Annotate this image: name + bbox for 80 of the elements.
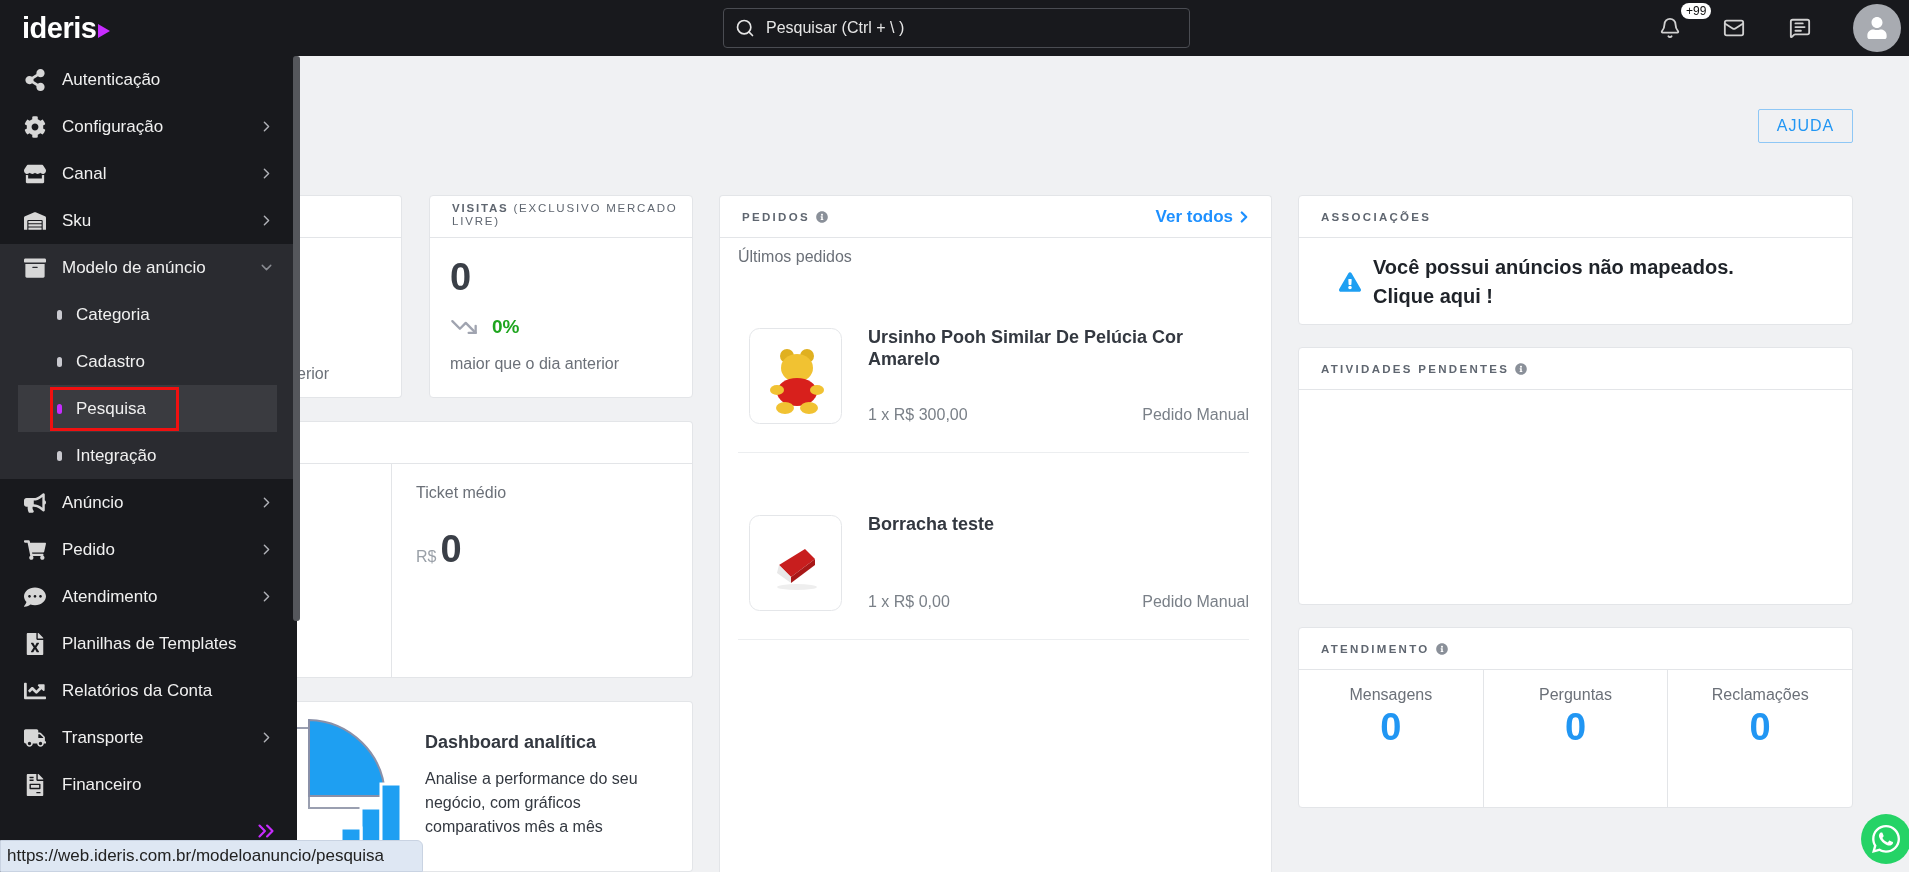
- submenu-label: Integração: [76, 445, 157, 466]
- notification-count: +99: [1681, 3, 1712, 19]
- sidebar-item[interactable]: Atendimento: [0, 573, 297, 620]
- change-percent: 0%: [492, 316, 520, 338]
- order-price: 1 x R$ 0,00: [868, 593, 950, 611]
- warning-message: Você possui anúncios não mapeados.: [1373, 256, 1734, 279]
- currency-symbol: R$: [416, 548, 437, 566]
- metric-value: 0: [440, 528, 462, 571]
- sidebar-item[interactable]: Anúncio: [0, 479, 297, 526]
- sidebar-item[interactable]: Transporte: [0, 714, 297, 761]
- avatar[interactable]: [1853, 4, 1901, 52]
- click-here-link[interactable]: Clique aqui !: [1373, 285, 1734, 308]
- sidebar-item[interactable]: Sku: [0, 197, 297, 244]
- megaphone-icon: [24, 491, 46, 514]
- archive-box-icon: [24, 256, 46, 279]
- info-icon: [1435, 642, 1448, 655]
- truck-icon: [24, 726, 46, 749]
- sidebar-item[interactable]: Financeiro: [0, 761, 297, 808]
- stat-label: Perguntas: [1539, 686, 1612, 704]
- message-icon: [1789, 17, 1811, 39]
- visits-value: 0: [450, 256, 473, 299]
- sidebar-item[interactable]: Configuração: [0, 103, 297, 150]
- submenu-item[interactable]: Categoria: [18, 291, 277, 338]
- caption: maior que o dia anterior: [450, 355, 620, 373]
- sidebar-item[interactable]: Canal: [0, 150, 297, 197]
- bullet-icon: [57, 403, 62, 414]
- scrollbar[interactable]: [293, 56, 300, 621]
- whatsapp-icon: [1870, 823, 1902, 855]
- sidebar-item[interactable]: Autenticação: [0, 56, 297, 103]
- bullet-icon: [57, 450, 62, 461]
- submenu-item[interactable]: Pesquisa: [18, 385, 277, 432]
- product-name[interactable]: Borracha teste: [868, 513, 1249, 535]
- order-source: Pedido Manual: [1142, 406, 1249, 424]
- bell-icon: [1659, 17, 1681, 39]
- warehouse-icon: [24, 209, 46, 232]
- warning-icon: [1339, 271, 1361, 293]
- submenu-item[interactable]: Integração: [18, 432, 277, 479]
- chat-bubble-icon: [24, 585, 46, 608]
- section-subtitle: Últimos pedidos: [738, 248, 852, 265]
- bullet-icon: [57, 356, 62, 367]
- stat-label: Mensagens: [1349, 686, 1433, 704]
- info-icon: [815, 210, 828, 223]
- promo-title: Dashboard analítica: [425, 732, 598, 753]
- metric-label: Ticket médio: [416, 484, 508, 502]
- info-icon: [1515, 362, 1528, 375]
- logo[interactable]: ideris: [22, 11, 97, 45]
- stat-value: 0: [1380, 706, 1402, 749]
- store-icon: [24, 162, 46, 185]
- product-name[interactable]: Ursinho Pooh Similar De Pelúcia Cor Amarelo: [868, 326, 1249, 370]
- user-icon: [1866, 17, 1888, 39]
- gear-icon: [24, 115, 46, 138]
- stat-label: Reclamações: [1711, 686, 1809, 704]
- notifications-button[interactable]: [1659, 17, 1681, 39]
- submenu-label: Categoria: [76, 304, 150, 325]
- play-triangle-icon: [98, 24, 111, 38]
- document-icon: [24, 773, 46, 796]
- stat-value: 0: [1564, 706, 1587, 749]
- submenu-label: Cadastro: [76, 351, 145, 372]
- order-source: Pedido Manual: [1142, 593, 1249, 611]
- submenu-item[interactable]: Cadastro: [18, 338, 277, 385]
- stat-value: 0: [1749, 706, 1771, 749]
- sidebar-item[interactable]: Planilhas de Templates: [0, 620, 297, 667]
- card-title: ASSOCIAÇÕES: [1321, 210, 1432, 223]
- status-bar-url: https://web.ideris.com.br/modeloanuncio/pesquisa: [0, 840, 423, 872]
- sidebar-item[interactable]: Relatórios da Conta: [0, 667, 297, 714]
- bullet-icon: [57, 309, 62, 320]
- search-field[interactable]: Pesquisar (Ctrl + \ ): [723, 8, 1190, 48]
- order-price: 1 x R$ 300,00: [868, 406, 968, 424]
- submenu-label: Pesquisa: [76, 398, 146, 419]
- cart-icon: [24, 538, 46, 561]
- envelope-icon: [1723, 17, 1745, 39]
- card-title: VISITAS (EXCLUSIVO MERCADO LIVRE): [452, 202, 678, 228]
- search-icon: [735, 18, 755, 38]
- spreadsheet-file-icon: [24, 632, 46, 655]
- promo-text: Analise a performance do seu negócio, com gráficos comparativos mês a mês: [425, 769, 639, 837]
- card-title: ATIVIDADES PENDENTES: [1321, 362, 1510, 375]
- card-title: PEDIDOS: [742, 210, 810, 223]
- share-icon: [24, 68, 46, 91]
- card-title: ATENDIMENTO: [1321, 642, 1430, 655]
- sidebar-item[interactable]: Pedido: [0, 526, 297, 573]
